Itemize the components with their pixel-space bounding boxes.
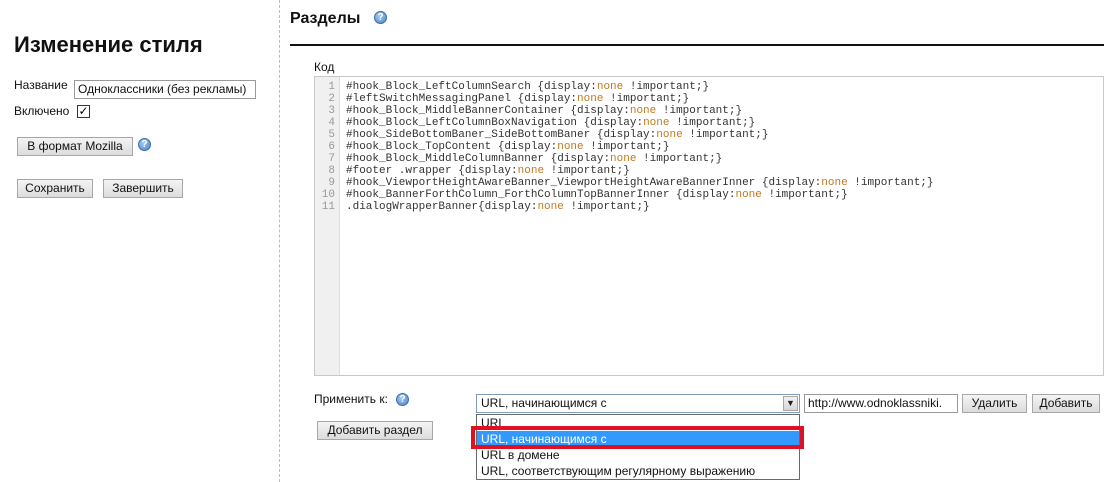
code-token: !important;} — [761, 189, 848, 201]
code-line: #hook_BannerForthColumn_ForthColumnTopBa… — [346, 189, 848, 201]
line-number: 3 — [328, 105, 335, 117]
code-token: none — [735, 189, 762, 201]
section-rule — [290, 44, 1104, 46]
code-token: .dialogWrapperBanner{display: — [346, 201, 538, 213]
code-token: none — [610, 153, 637, 165]
code-token: !important;} — [656, 105, 743, 117]
code-token: !important;} — [682, 129, 769, 141]
add-button[interactable]: Добавить — [1032, 394, 1100, 413]
code-token: !important;} — [636, 153, 723, 165]
code-line: #leftSwitchMessagingPanel {display:none … — [346, 93, 689, 105]
code-line: #hook_Block_MiddleColumnBanner {display:… — [346, 153, 722, 165]
save-button[interactable]: Сохранить — [17, 179, 93, 198]
dropdown-option[interactable]: URL в домене — [477, 447, 799, 463]
url-input[interactable]: http://www.odnoklassniki. — [804, 394, 958, 413]
apply-to-label: Применить к: — [314, 392, 388, 406]
code-token: !important;} — [563, 201, 650, 213]
code-line: #hook_ViewportHeightAwareBanner_Viewport… — [346, 177, 934, 189]
finish-button[interactable]: Завершить — [103, 179, 183, 198]
mozilla-format-button[interactable]: В формат Mozilla — [17, 137, 133, 156]
line-number: 1 — [328, 81, 335, 93]
code-token: none — [629, 105, 657, 117]
code-token: #hook_BannerForthColumn_ForthColumnTopBa… — [346, 189, 736, 201]
code-token: !important;} — [603, 93, 690, 105]
code-token: none — [821, 177, 848, 189]
code-line: #footer .wrapper {display:none !importan… — [346, 165, 630, 177]
line-number: 5 — [328, 129, 335, 141]
code-token: none — [596, 81, 624, 93]
code-token: !important;} — [623, 81, 710, 93]
code-token: #hook_Block_TopContent {display: — [346, 141, 558, 153]
help-icon[interactable]: ? — [138, 138, 151, 151]
line-number: 8 — [328, 165, 335, 177]
page-title: Изменение стиля — [14, 32, 203, 57]
code-line: #hook_Block_MiddleBannerContainer {displ… — [346, 105, 742, 117]
code-token: #hook_Block_MiddleBannerContainer {displ… — [346, 105, 630, 117]
code-token: none — [643, 117, 670, 129]
line-number: 11 — [321, 201, 335, 213]
code-line: #hook_Block_TopContent {display:none !im… — [346, 141, 669, 153]
enabled-label: Включено — [14, 104, 70, 118]
code-token: none — [517, 165, 545, 177]
add-section-button[interactable]: Добавить раздел — [317, 421, 433, 440]
code-token: #hook_ViewportHeightAwareBanner_Viewport… — [346, 177, 822, 189]
code-token: !important;} — [847, 177, 934, 189]
code-line: #hook_SideBottomBaner_SideBottomBaner {d… — [346, 129, 769, 141]
code-token: #hook_Block_MiddleColumnBanner {display: — [346, 153, 611, 165]
code-token: #leftSwitchMessagingPanel {display: — [346, 93, 578, 105]
line-number: 7 — [328, 153, 335, 165]
dropdown-option[interactable]: URL, соответствующим регулярному выражен… — [477, 463, 799, 479]
apply-to-select[interactable]: URL, начинающимся с ▼ — [476, 394, 800, 413]
code-token: #hook_Block_LeftColumnBoxNavigation {dis… — [346, 117, 644, 129]
code-label: Код — [314, 60, 335, 74]
code-token: none — [537, 201, 564, 213]
name-label: Название — [14, 78, 68, 92]
code-token: !important;} — [544, 165, 630, 177]
apply-help-icon[interactable]: ? — [396, 393, 409, 406]
sections-help-icon[interactable]: ? — [374, 11, 387, 24]
code-line: #hook_Block_LeftColumnBoxNavigation {dis… — [346, 117, 755, 129]
code-editor[interactable]: 1 2 3 4 5 6 7 8 9 10 11 #hook_Block_LeftColumnSearc… — [314, 76, 1104, 376]
code-line: .dialogWrapperBanner{display:none !impor… — [346, 201, 650, 213]
enabled-checkbox[interactable]: ✓ — [77, 105, 90, 118]
style-name-input[interactable]: Одноклассники (без рекламы) — [74, 80, 256, 99]
apply-select-value: URL, начинающимся с — [481, 396, 607, 410]
chevron-down-icon[interactable]: ▼ — [783, 396, 798, 411]
line-number: 4 — [328, 117, 335, 129]
code-token: #hook_Block_LeftColumnSearch {display: — [346, 81, 597, 93]
line-number: 2 — [328, 93, 335, 105]
line-number: 9 — [328, 177, 335, 189]
highlight-annotation — [471, 426, 804, 449]
line-number: 10 — [321, 189, 335, 201]
delete-button[interactable]: Удалить — [962, 394, 1027, 413]
panel-divider — [279, 0, 280, 482]
code-token: none — [557, 141, 584, 153]
code-token: #hook_SideBottomBaner_SideBottomBaner {d… — [346, 129, 657, 141]
line-number: 6 — [328, 141, 335, 153]
code-token: !important;} — [583, 141, 670, 153]
code-token: #footer .wrapper {display: — [346, 165, 518, 177]
code-token: !important;} — [669, 117, 756, 129]
code-token: none — [577, 93, 604, 105]
code-token: none — [656, 129, 683, 141]
code-line: #hook_Block_LeftColumnSearch {display:no… — [346, 81, 709, 93]
sections-title: Разделы — [290, 10, 361, 27]
